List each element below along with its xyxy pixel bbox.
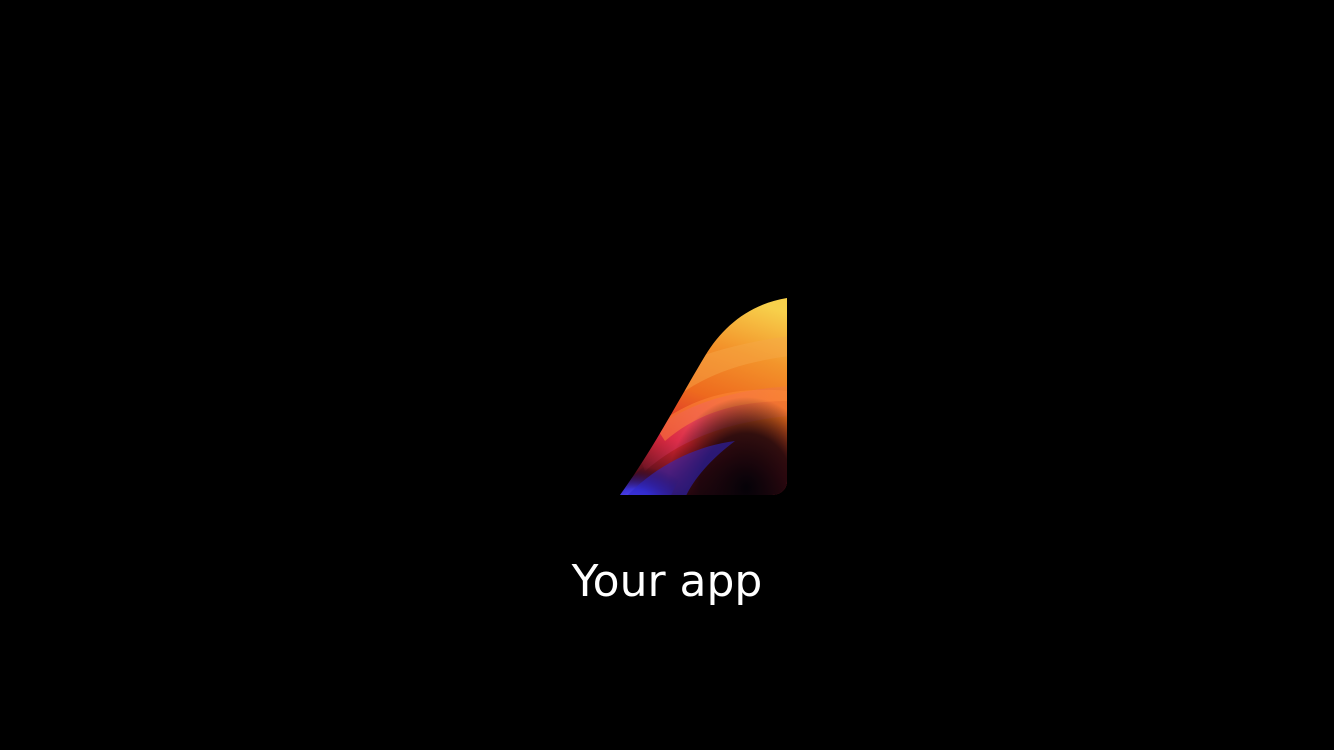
splash-screen: Your app (0, 0, 1334, 750)
app-name-title: Your app (571, 556, 763, 607)
app-logo-icon (615, 296, 790, 498)
